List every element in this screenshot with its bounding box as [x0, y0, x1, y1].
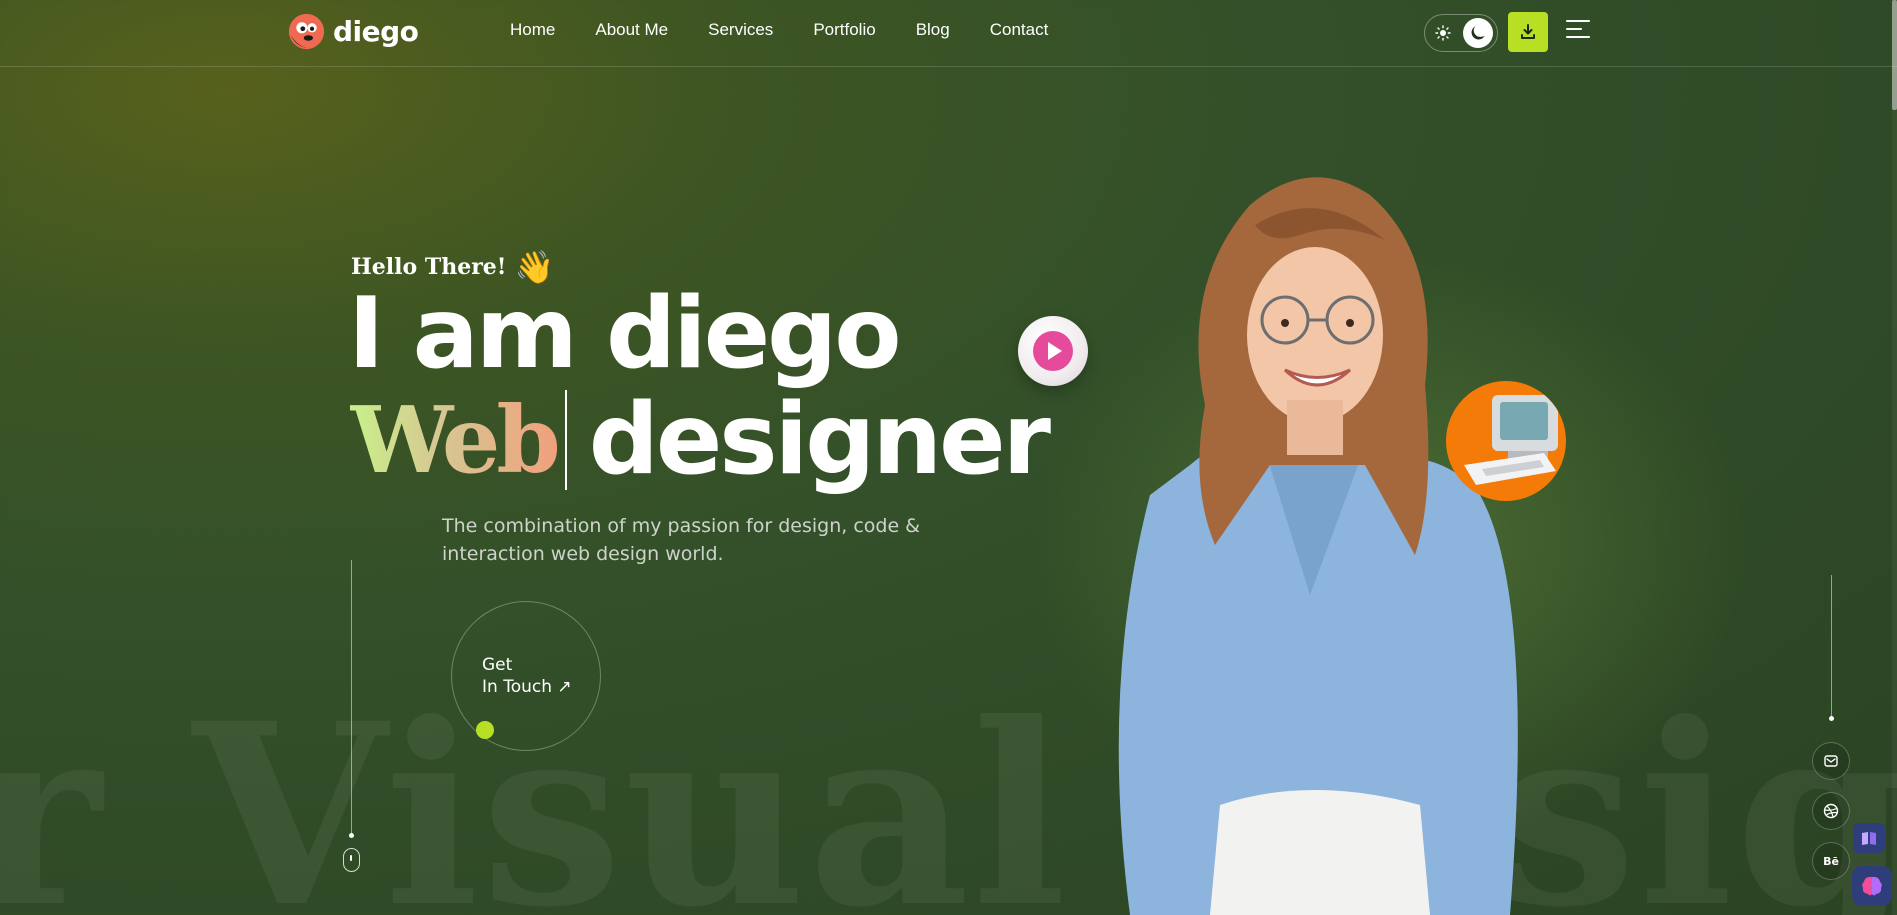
cta-label-line1: Get: [482, 655, 513, 675]
nav-home[interactable]: Home: [510, 20, 555, 40]
behance-icon: Bē: [1823, 854, 1839, 868]
role-gradient-word: Web: [350, 386, 561, 494]
social-mail-button[interactable]: [1812, 742, 1850, 780]
social-rail-line: [1831, 575, 1832, 718]
main-nav: Home About Me Services Portfolio Blog Co…: [510, 20, 1048, 40]
role-word: designer: [588, 383, 1051, 497]
nav-portfolio[interactable]: Portfolio: [813, 20, 875, 40]
extension-book-icon[interactable]: [1853, 823, 1885, 853]
background-watermark-text: r Visual designe: [0, 668, 1897, 915]
mail-icon: [1824, 755, 1838, 767]
nav-contact[interactable]: Contact: [990, 20, 1049, 40]
sun-icon: [1435, 25, 1451, 41]
scroll-indicator-line: [351, 560, 352, 835]
page-scrollbar[interactable]: [1892, 0, 1897, 915]
social-behance-button[interactable]: Bē: [1812, 842, 1850, 880]
retro-computer-icon: [1464, 395, 1558, 485]
nav-services[interactable]: Services: [708, 20, 773, 40]
download-icon: [1521, 24, 1535, 39]
nav-blog[interactable]: Blog: [916, 20, 950, 40]
social-rail-dot: [1829, 716, 1834, 721]
cta-label-line2: In Touch: [482, 677, 552, 697]
dribbble-icon: [1823, 803, 1839, 819]
extension-brain-icon[interactable]: [1852, 866, 1892, 906]
nav-about-me[interactable]: About Me: [595, 20, 668, 40]
site-header: diego Home About Me Services Portfolio B…: [0, 0, 1897, 67]
hero-headline-line2: Web designer: [350, 383, 1051, 497]
logo-mascot-icon: [288, 13, 325, 50]
get-in-touch-button[interactable]: Get In Touch ↗: [451, 601, 601, 751]
mouse-scroll-icon[interactable]: [343, 848, 360, 872]
hamburger-menu-icon[interactable]: [1566, 20, 1592, 42]
cta-accent-dot: [476, 721, 494, 739]
arrow-up-right-icon: ↗: [557, 677, 572, 697]
play-icon: [1033, 331, 1073, 371]
moon-toggle-knob: [1463, 18, 1493, 48]
brand-logo[interactable]: diego: [288, 13, 419, 50]
theme-toggle[interactable]: [1424, 14, 1498, 52]
play-video-button[interactable]: [1018, 316, 1088, 386]
computer-badge-icon: [1446, 381, 1566, 501]
moon-icon: [1471, 26, 1485, 40]
download-cv-button[interactable]: [1508, 12, 1548, 52]
brand-name: diego: [333, 15, 419, 48]
social-dribbble-button[interactable]: [1812, 792, 1850, 830]
hero-subtitle: The combination of my passion for design…: [442, 515, 920, 565]
hero-headline-line1: I am diego: [348, 277, 902, 391]
typing-cursor: [564, 390, 567, 490]
portrait-image: [1118, 177, 1518, 915]
page-scrollbar-thumb[interactable]: [1892, 0, 1897, 110]
scroll-indicator-dot: [349, 833, 354, 838]
cta-label: Get In Touch ↗: [482, 654, 592, 698]
